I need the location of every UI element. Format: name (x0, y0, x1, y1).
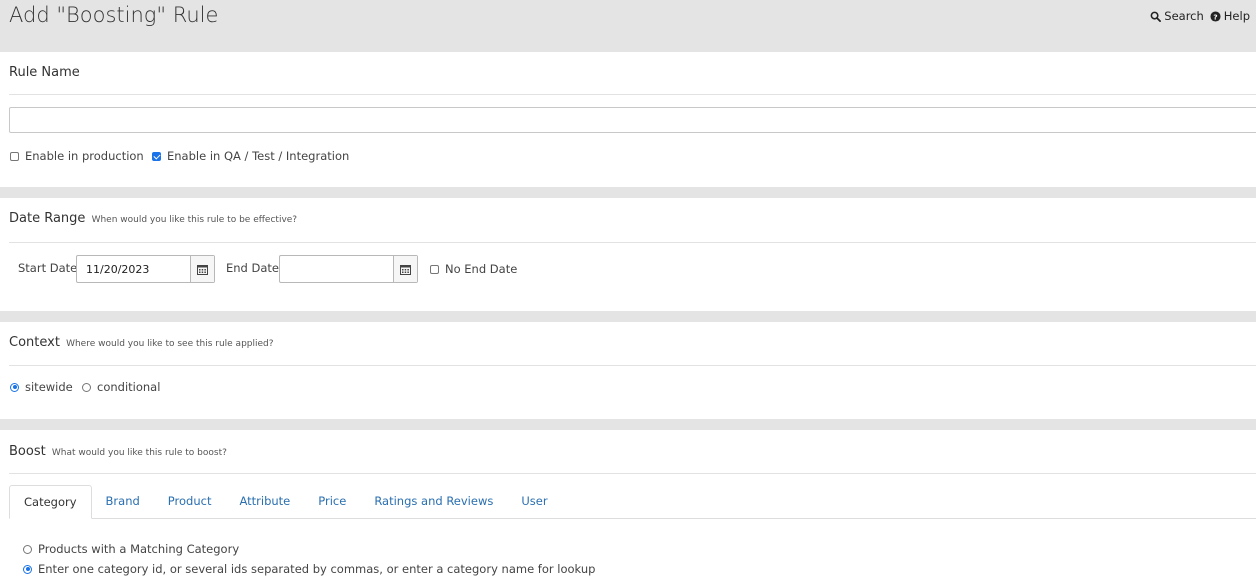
enable-qa-label: Enable in QA / Test / Integration (167, 149, 350, 163)
start-date-field[interactable]: 11/20/2023 (76, 255, 215, 283)
tab-product[interactable]: Product (154, 485, 226, 518)
date-range-title: Date Range (9, 211, 86, 226)
tab-category[interactable]: Category (9, 485, 92, 519)
divider (9, 94, 1256, 95)
conditional-label: conditional (97, 380, 161, 394)
date-range-header: Date Range When would you like this rule… (9, 211, 297, 226)
search-icon (1150, 11, 1162, 22)
matching-category-radio[interactable]: Products with a Matching Category (23, 542, 239, 556)
no-end-date-label: No End Date (445, 262, 518, 276)
radio-button[interactable] (23, 544, 32, 554)
matching-category-label: Products with a Matching Category (38, 542, 240, 556)
start-date-calendar-button[interactable] (190, 256, 214, 282)
rule-name-panel: Rule Name Enable in production Enable in… (0, 52, 1256, 187)
start-date-value[interactable]: 11/20/2023 (77, 256, 190, 282)
rule-name-input[interactable] (9, 107, 1256, 133)
checkbox-box[interactable] (10, 151, 19, 161)
context-header: Context Where would you like to see this… (9, 335, 274, 350)
end-date-label: End Date (226, 261, 279, 275)
checkbox-box-checked[interactable] (152, 151, 161, 161)
enable-production-label: Enable in production (25, 149, 144, 163)
context-sitewide-radio[interactable]: sitewide (10, 380, 73, 394)
top-bar: Add "Boosting" Rule Search ? Help (0, 0, 1256, 52)
search-label: Search (1164, 9, 1204, 23)
no-end-date-checkbox[interactable]: No End Date (430, 262, 517, 276)
end-date-calendar-button[interactable] (393, 256, 417, 282)
date-range-panel: Date Range When would you like this rule… (0, 198, 1256, 311)
radio-button-checked[interactable] (10, 382, 19, 392)
date-range-subtitle: When would you like this rule to be effe… (91, 215, 298, 225)
calendar-icon (197, 264, 208, 275)
end-date-value[interactable] (280, 256, 393, 282)
enable-production-checkbox[interactable]: Enable in production (10, 149, 144, 163)
tab-user[interactable]: User (507, 485, 561, 518)
rule-name-header: Rule Name (9, 65, 80, 80)
enable-qa-checkbox[interactable]: Enable in QA / Test / Integration (152, 149, 349, 163)
boost-title: Boost (9, 444, 46, 459)
radio-button[interactable] (82, 382, 91, 392)
boost-header: Boost What would you like this rule to b… (9, 444, 227, 459)
tab-ratings-and-reviews[interactable]: Ratings and Reviews (360, 485, 507, 518)
context-conditional-radio[interactable]: conditional (82, 380, 160, 394)
tab-attribute[interactable]: Attribute (225, 485, 304, 518)
top-links: Search ? Help (1150, 9, 1250, 23)
divider (9, 365, 1256, 366)
divider (9, 473, 1256, 474)
boost-subtitle: What would you like this rule to boost? (51, 448, 227, 458)
svg-text:?: ? (1213, 12, 1217, 21)
boost-panel: Boost What would you like this rule to b… (0, 430, 1256, 582)
tab-price[interactable]: Price (304, 485, 360, 518)
search-link[interactable]: Search (1150, 9, 1204, 23)
divider (9, 242, 1256, 243)
sitewide-label: sitewide (25, 380, 73, 394)
calendar-icon (400, 264, 411, 275)
tab-brand[interactable]: Brand (92, 485, 154, 518)
context-panel: Context Where would you like to see this… (0, 322, 1256, 419)
help-link[interactable]: ? Help (1210, 9, 1250, 23)
end-date-field[interactable] (279, 255, 418, 283)
category-ids-radio[interactable]: Enter one category id, or several ids se… (23, 562, 595, 576)
radio-button-checked[interactable] (23, 564, 32, 574)
checkbox-box[interactable] (430, 264, 439, 274)
help-label: Help (1223, 9, 1250, 23)
start-date-label: Start Date (18, 261, 78, 275)
question-circle-icon: ? (1210, 10, 1221, 22)
context-subtitle: Where would you like to see this rule ap… (66, 339, 274, 349)
context-title: Context (9, 335, 60, 350)
page-title: Add "Boosting" Rule (9, 3, 219, 27)
boost-tabs: Category Brand Product Attribute Price R… (9, 485, 1256, 519)
category-ids-label: Enter one category id, or several ids se… (38, 562, 596, 576)
